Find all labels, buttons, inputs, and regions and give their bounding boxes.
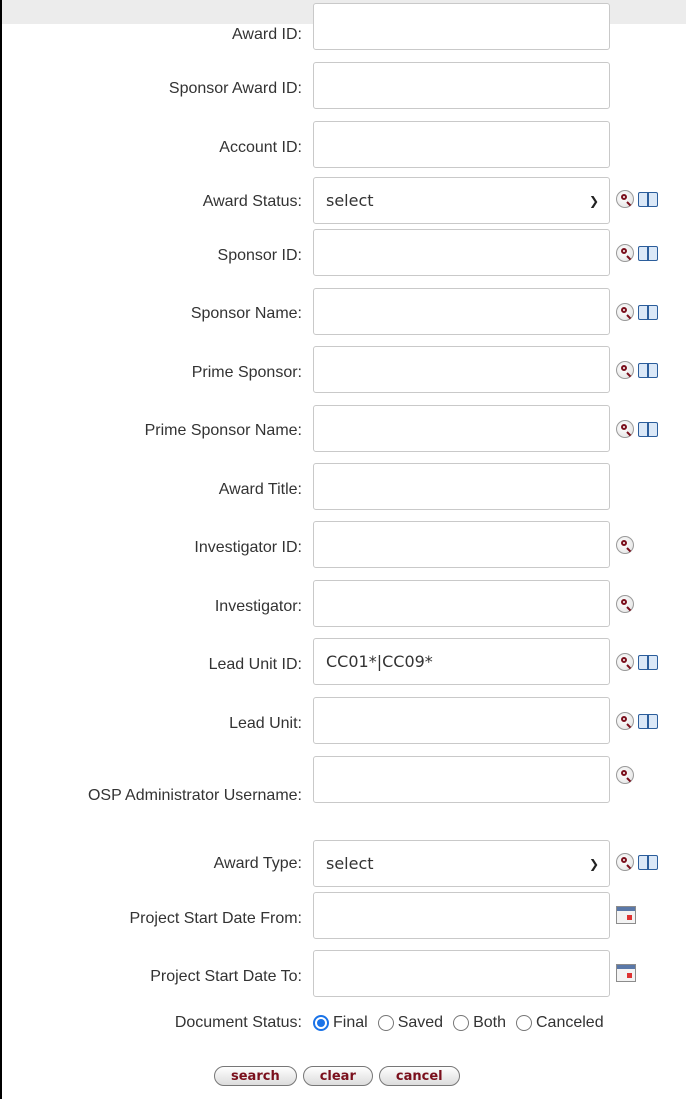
prime-sponsor-name-label: Prime Sponsor Name: <box>144 422 302 439</box>
award-id-input[interactable] <box>313 3 610 50</box>
book-inquiry-icon[interactable] <box>638 421 658 437</box>
document-status-radio-group: Final Saved Both Canceled <box>313 1014 604 1032</box>
radio-canceled-label: Canceled <box>535 1014 604 1031</box>
chevron-down-icon: ❯ <box>588 193 599 208</box>
prime-sponsor-label: Prime Sponsor: <box>191 364 302 381</box>
magnifier-lookup-icon[interactable] <box>616 244 634 262</box>
lead-unit-input[interactable] <box>313 697 610 744</box>
award-id-label: Award ID: <box>232 26 302 43</box>
book-inquiry-icon[interactable] <box>638 191 658 207</box>
lead-unit-tools <box>616 712 658 730</box>
radio-final-label: Final <box>333 1014 368 1031</box>
investigator-input[interactable] <box>313 580 610 627</box>
award-title-input[interactable] <box>313 463 610 510</box>
project-start-date-from-label: Project Start Date From: <box>129 910 303 927</box>
lead-unit-id-label: Lead Unit ID: <box>208 656 302 673</box>
magnifier-lookup-icon[interactable] <box>616 303 634 321</box>
investigator-tools <box>616 595 634 613</box>
osp-admin-username-tools <box>616 766 634 784</box>
book-inquiry-icon[interactable] <box>638 362 658 378</box>
osp-admin-username-label: OSP Administrator Username: <box>87 787 302 804</box>
book-inquiry-icon[interactable] <box>638 304 658 320</box>
calendar-icon[interactable] <box>616 964 636 982</box>
investigator-id-tools <box>616 536 634 554</box>
lead-unit-label: Lead Unit: <box>229 715 302 732</box>
award-status-label: Award Status: <box>202 193 302 210</box>
project-start-date-to-input[interactable] <box>313 950 610 997</box>
magnifier-lookup-icon[interactable] <box>616 853 634 871</box>
radio-final[interactable]: Final <box>313 1014 368 1032</box>
clear-button[interactable]: clear <box>302 1066 373 1086</box>
sponsor-name-label: Sponsor Name: <box>190 305 302 322</box>
investigator-id-label: Investigator ID: <box>194 539 302 556</box>
radio-saved-control[interactable] <box>377 1015 394 1031</box>
radio-canceled-control[interactable] <box>515 1015 532 1031</box>
project-start-date-to-tools <box>616 964 636 982</box>
sponsor-id-input[interactable] <box>313 229 610 276</box>
project-start-date-from-input[interactable] <box>313 892 610 939</box>
book-inquiry-icon[interactable] <box>638 654 658 670</box>
radio-both-control[interactable] <box>453 1015 470 1031</box>
award-type-value: select <box>326 854 374 873</box>
book-inquiry-icon[interactable] <box>638 713 658 729</box>
radio-canceled[interactable]: Canceled <box>515 1014 604 1032</box>
project-start-date-from-tools <box>616 906 636 924</box>
magnifier-lookup-icon[interactable] <box>616 420 634 438</box>
lead-unit-id-input[interactable] <box>313 638 610 685</box>
magnifier-lookup-icon[interactable] <box>616 766 634 784</box>
sponsor-name-tools <box>616 303 658 321</box>
cancel-button[interactable]: cancel <box>378 1066 460 1086</box>
prime-sponsor-name-tools <box>616 420 658 438</box>
award-status-select[interactable]: select ❯ <box>313 177 610 224</box>
account-id-input[interactable] <box>313 121 610 168</box>
radio-both[interactable]: Both <box>453 1014 506 1032</box>
magnifier-lookup-icon[interactable] <box>616 653 634 671</box>
award-type-tools <box>616 853 658 871</box>
investigator-id-input[interactable] <box>313 521 610 568</box>
magnifier-lookup-icon[interactable] <box>616 712 634 730</box>
search-button[interactable]: search <box>214 1066 297 1086</box>
magnifier-lookup-icon[interactable] <box>616 361 634 379</box>
sponsor-name-input[interactable] <box>313 288 610 335</box>
award-type-select[interactable]: select ❯ <box>313 840 610 887</box>
project-start-date-to-label: Project Start Date To: <box>150 968 302 985</box>
account-id-label: Account ID: <box>219 139 302 156</box>
award-status-value: select <box>326 191 374 210</box>
award-status-tools <box>616 190 658 208</box>
investigator-label: Investigator: <box>214 598 302 615</box>
osp-admin-username-input[interactable] <box>313 756 610 803</box>
radio-saved-label: Saved <box>397 1014 444 1031</box>
prime-sponsor-input[interactable] <box>313 346 610 393</box>
magnifier-lookup-icon[interactable] <box>616 595 634 613</box>
radio-saved[interactable]: Saved <box>377 1014 444 1032</box>
sponsor-award-id-label: Sponsor Award ID: <box>168 80 302 97</box>
chevron-down-icon: ❯ <box>588 856 599 871</box>
award-title-label: Award Title: <box>218 481 302 498</box>
lead-unit-id-tools <box>616 653 658 671</box>
calendar-icon[interactable] <box>616 906 636 924</box>
sponsor-award-id-input[interactable] <box>313 62 610 109</box>
award-type-label: Award Type: <box>213 855 302 872</box>
sponsor-id-label: Sponsor ID: <box>217 247 302 264</box>
magnifier-lookup-icon[interactable] <box>616 536 634 554</box>
prime-sponsor-tools <box>616 361 658 379</box>
row-document-status: Document Status: Final Saved Both Cancel… <box>2 1014 686 1036</box>
book-inquiry-icon[interactable] <box>638 245 658 261</box>
prime-sponsor-name-input[interactable] <box>313 405 610 452</box>
document-status-label: Document Status: <box>174 1014 302 1031</box>
magnifier-lookup-icon[interactable] <box>616 190 634 208</box>
radio-both-label: Both <box>473 1014 506 1031</box>
sponsor-id-tools <box>616 244 658 262</box>
radio-final-control[interactable] <box>313 1015 329 1031</box>
action-buttons: search clear cancel <box>214 1066 460 1086</box>
book-inquiry-icon[interactable] <box>638 854 658 870</box>
